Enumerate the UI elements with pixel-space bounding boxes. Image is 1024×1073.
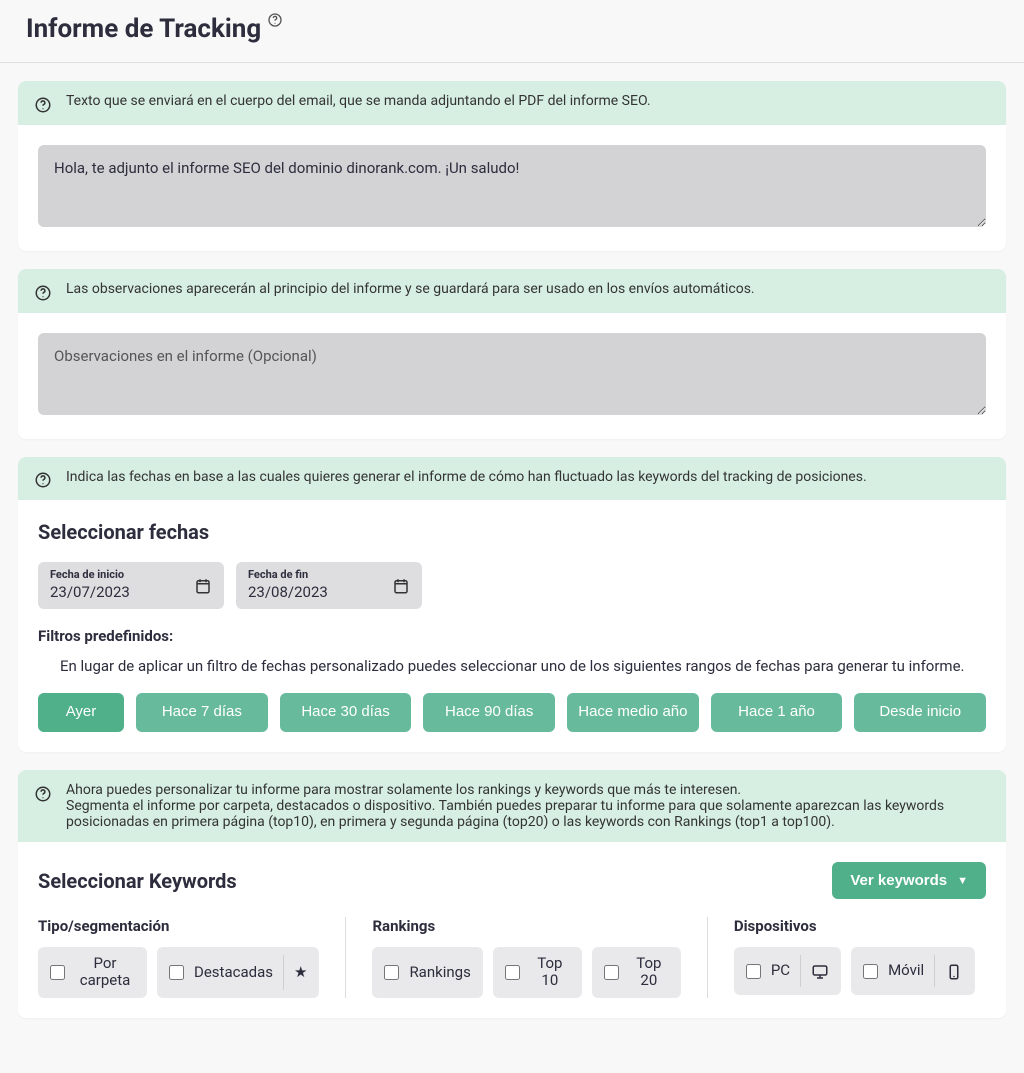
page-title-text: Informe de Tracking (26, 14, 261, 44)
keywords-card: Ahora puedes personalizar tu informe par… (18, 770, 1006, 1018)
email-body-textarea[interactable] (38, 145, 986, 227)
checkbox-top20[interactable] (604, 965, 619, 980)
checkbox-movil[interactable] (863, 964, 878, 979)
checkbox-pc[interactable] (746, 964, 761, 979)
dates-info-text: Indica las fechas en base a las cuales q… (66, 469, 867, 485)
filter-1year-button[interactable]: Hace 1 año (711, 693, 843, 732)
ver-keywords-button[interactable]: Ver keywords ▼ (832, 862, 986, 899)
checkbox-por-carpeta[interactable] (50, 965, 65, 980)
end-date-label: Fecha de fin (248, 568, 328, 581)
calendar-icon (194, 575, 212, 595)
star-icon: ★ (294, 963, 307, 981)
chip-rankings[interactable]: Rankings (372, 947, 482, 998)
filter-90days-button[interactable]: Hace 90 días (423, 693, 555, 732)
chip-label: Top 10 (530, 955, 570, 990)
filter-yesterday-button[interactable]: Ayer (38, 693, 124, 732)
obs-info-banner: Las observaciones aparecerán al principi… (18, 269, 1006, 313)
filter-30days-button[interactable]: Hace 30 días (280, 693, 412, 732)
chip-label: Móvil (888, 962, 924, 979)
help-icon[interactable] (267, 12, 283, 28)
dates-card: Indica las fechas en base a las cuales q… (18, 457, 1006, 753)
help-icon[interactable] (34, 470, 52, 490)
observations-textarea[interactable] (38, 333, 986, 415)
segmentation-heading: Tipo/segmentación (38, 917, 319, 935)
devices-column: Dispositivos PC Móvil (707, 917, 975, 998)
email-info-text: Texto que se enviará en el cuerpo del em… (66, 93, 651, 109)
filters-help-text: En lugar de aplicar un filtro de fechas … (60, 657, 986, 675)
keywords-section-title: Seleccionar Keywords (38, 869, 237, 893)
divider (283, 955, 284, 990)
checkbox-rankings[interactable] (384, 965, 399, 980)
segmentation-column: Tipo/segmentación Por carpeta Destacadas… (38, 917, 319, 998)
filter-halfyear-button[interactable]: Hace medio año (567, 693, 699, 732)
start-date-field[interactable]: Fecha de inicio 23/07/2023 (38, 562, 224, 609)
email-body-card: Texto que se enviará en el cuerpo del em… (18, 81, 1006, 251)
chip-pc[interactable]: PC (734, 947, 841, 995)
page-title: Informe de Tracking (26, 14, 283, 44)
filters-title: Filtros predefinidos: (38, 627, 986, 645)
divider (800, 955, 801, 987)
help-icon[interactable] (34, 94, 52, 114)
calendar-icon (392, 575, 410, 595)
devices-heading: Dispositivos (734, 917, 975, 935)
chip-top20[interactable]: Top 20 (592, 947, 681, 998)
observations-card: Las observaciones aparecerán al principi… (18, 269, 1006, 439)
chip-label: Top 20 (629, 955, 669, 990)
chip-label: Por carpeta (75, 955, 135, 990)
start-date-label: Fecha de inicio (50, 568, 130, 581)
help-icon[interactable] (34, 282, 52, 302)
chip-top10[interactable]: Top 10 (493, 947, 582, 998)
dates-section-title: Seleccionar fechas (38, 520, 986, 544)
obs-info-text: Las observaciones aparecerán al principi… (66, 281, 755, 297)
chip-label: Destacadas (194, 964, 273, 981)
chip-label: Rankings (409, 964, 470, 981)
mobile-icon (945, 962, 963, 981)
dates-info-banner: Indica las fechas en base a las cuales q… (18, 457, 1006, 501)
ver-keywords-label: Ver keywords (850, 872, 947, 889)
chip-destacadas[interactable]: Destacadas ★ (157, 947, 319, 998)
rankings-heading: Rankings (372, 917, 680, 935)
keywords-info-line1: Ahora puedes personalizar tu informe par… (66, 782, 990, 798)
checkbox-destacadas[interactable] (169, 965, 184, 980)
chip-movil[interactable]: Móvil (851, 947, 975, 995)
divider (934, 955, 935, 987)
email-info-banner: Texto que se enviará en el cuerpo del em… (18, 81, 1006, 125)
chevron-down-icon: ▼ (957, 875, 968, 887)
help-icon[interactable] (34, 783, 52, 803)
keywords-info-line2: Segmenta el informe por carpeta, destaca… (66, 798, 990, 830)
end-date-value: 23/08/2023 (248, 583, 328, 601)
chip-por-carpeta[interactable]: Por carpeta (38, 947, 147, 998)
start-date-value: 23/07/2023 (50, 583, 130, 601)
end-date-field[interactable]: Fecha de fin 23/08/2023 (236, 562, 422, 609)
rankings-column: Rankings Rankings Top 10 Top 20 (345, 917, 680, 998)
filter-since-start-button[interactable]: Desde inicio (854, 693, 986, 732)
keywords-info-banner: Ahora puedes personalizar tu informe par… (18, 770, 1006, 842)
desktop-icon (811, 962, 829, 981)
checkbox-top10[interactable] (505, 965, 520, 980)
chip-label: PC (771, 962, 790, 979)
filter-7days-button[interactable]: Hace 7 días (136, 693, 268, 732)
